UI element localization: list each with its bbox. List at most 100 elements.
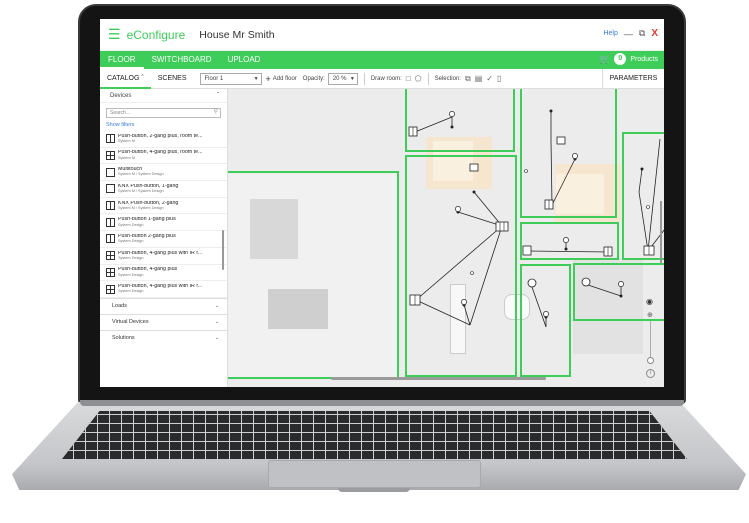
catalog-sidebar: Devices ˆ Search... ⚲ Show filters Push-… [100, 89, 228, 387]
opacity-select[interactable]: 20 % ▼ [327, 72, 358, 85]
list-item-text: Push-button, 4-gang plus, room te... Syst… [118, 150, 203, 160]
hamburger-icon[interactable]: ☰ [108, 26, 121, 43]
chevron-up-icon: ˆ [141, 74, 144, 82]
laptop-trackpad [268, 460, 481, 488]
zoom-controls: ◉ ⊕ i [646, 297, 656, 383]
push-button-icon [106, 184, 115, 194]
devices-header-label: Devices [110, 92, 132, 99]
laptop-keyboard [62, 411, 687, 459]
chevron-down-icon: ▼ [253, 75, 259, 82]
plus-icon[interactable]: + [266, 74, 271, 84]
tab-scenes[interactable]: SCENES [151, 69, 194, 89]
list-item-text: Push-button, 4-gang plus System Design [118, 267, 177, 277]
sidebar-section-label: Solutions [112, 335, 135, 342]
list-item[interactable]: KNX Push-button, 2-gang System M / System… [100, 198, 227, 215]
parameters-button[interactable]: PARAMETERS [602, 69, 664, 89]
help-link[interactable]: Help [603, 30, 617, 37]
canvas-horizontal-scrollbar[interactable] [331, 377, 546, 380]
search-placeholder: Search... [110, 110, 131, 116]
zoom-slider-knob[interactable] [647, 357, 654, 364]
list-item-text: Push-button, 4-gang plus with IR r... Sys… [118, 251, 202, 261]
list-item[interactable]: KNX Push-button, 1-gang System M / System… [100, 181, 227, 198]
list-item-text: Multitouch System M / System Design [118, 167, 164, 177]
list-item-text: Push-button 1-gang plus System Design [118, 217, 176, 227]
delete-icon[interactable]: ▯ [497, 74, 501, 83]
floor-select-value: Floor 1 [204, 75, 224, 82]
show-filters-link[interactable]: Show filters [106, 122, 227, 128]
add-floor-button[interactable]: Add floor [273, 76, 297, 82]
selection-label: Selection: [434, 75, 461, 82]
list-item-text: KNX Push-button, 2-gang System M / System… [118, 201, 178, 211]
sidebar-scrollbar[interactable] [222, 230, 224, 270]
list-item[interactable]: Push-button, 4-gang plus System Design [100, 265, 227, 282]
sidebar-section[interactable]: Loads ⌄ [100, 297, 227, 314]
copy-icon[interactable]: ⧉ [465, 74, 471, 84]
list-item[interactable]: Push-button, 4-gang plus with IR r... Sys… [100, 248, 227, 265]
push-button-icon [106, 217, 115, 227]
tab-floor[interactable]: FLOOR [100, 51, 144, 69]
chevron-down-icon: ▼ [349, 75, 355, 82]
list-item-name: Push-button 1-gang plus [118, 217, 176, 223]
chevron-up-icon: ˆ [217, 92, 219, 99]
list-item[interactable]: Push-button 2-gang plus System Design [100, 231, 227, 248]
push-button-icon [106, 151, 115, 161]
chevron-down-icon: ⌄ [214, 335, 219, 342]
list-item-name: Push-button, 4-gang plus [118, 267, 178, 273]
sidebar-sections: Loads ⌄ Virtual Devices ⌄ Solutions ⌄ [100, 297, 227, 346]
minimize-icon[interactable]: — [624, 29, 633, 39]
tab-upload[interactable]: UPLOAD [220, 51, 269, 69]
chevron-down-icon: ⌄ [214, 303, 219, 310]
list-item[interactable]: Push-button, 2-gang plus, room te... Syst… [100, 131, 227, 148]
eye-icon[interactable]: ◉ [646, 297, 653, 306]
list-item-system: System M [118, 155, 135, 160]
chevron-down-icon: ⌄ [214, 319, 219, 326]
push-button-icon [106, 201, 115, 211]
list-item-system: System M / System Design [118, 172, 164, 177]
sidebar-section[interactable]: Virtual Devices ⌄ [100, 313, 227, 330]
app-name: eConfigure [126, 27, 186, 42]
list-item-text: KNX Push-button, 1-gang System M / System… [118, 184, 178, 194]
list-item[interactable]: Push-button 1-gang plus System Design [100, 214, 227, 232]
push-button-icon [106, 267, 115, 277]
list-item-name: Push-button, 4-gang plus, room te... [118, 150, 203, 156]
paste-icon[interactable]: ▤ [475, 74, 483, 83]
restore-icon[interactable]: ⧉ [639, 28, 645, 39]
format-icon[interactable]: ✓ [486, 74, 493, 83]
products-count-badge: 0 [614, 53, 627, 65]
project-name: House Mr Smith [199, 28, 275, 41]
opacity-value: 20 % [332, 75, 347, 82]
floor-select[interactable]: Floor 1 ▼ [199, 72, 262, 85]
search-input[interactable]: Search... ⚲ [106, 108, 221, 118]
info-icon[interactable]: i [646, 369, 655, 378]
list-item-system: System Design [118, 239, 144, 244]
floor-plan-canvas[interactable]: ◉ ⊕ i [228, 89, 664, 387]
push-button-icon [106, 251, 115, 261]
tab-catalog[interactable]: CATALOG ˆ [100, 69, 151, 89]
list-item-text: Push-button 2-gang plus System Design [118, 234, 176, 244]
sidebar-section[interactable]: Solutions ⌄ [100, 329, 227, 346]
list-item-system: System M / System Design [118, 189, 164, 194]
draw-polygon-icon[interactable]: ⬠ [415, 74, 422, 83]
products-label: Products [630, 55, 658, 63]
device-wiring [408, 109, 664, 328]
app-screen: ☰ eConfigure House Mr Smith Help — ⧉ X F… [100, 19, 664, 387]
tab-switchboard[interactable]: SWITCHBOARD [144, 51, 220, 69]
zoom-in-icon[interactable]: ⊕ [647, 311, 653, 319]
list-item[interactable]: Push-button, 4-gang plus, room te... Syst… [100, 148, 227, 165]
list-item-system: System Design [118, 222, 144, 227]
products-button[interactable]: 🛒 0 Products [599, 53, 658, 65]
sidebar-section-label: Virtual Devices [112, 319, 149, 326]
close-icon[interactable]: X [651, 28, 658, 39]
list-item-system: System Design [118, 255, 144, 260]
draw-rectangle-icon[interactable]: □ [406, 74, 411, 83]
push-button-icon [106, 134, 115, 144]
push-button-icon [106, 167, 115, 177]
list-item-system: System Design [118, 289, 144, 294]
list-item-system: System M / System Design [118, 205, 164, 210]
device-list: Push-button, 2-gang plus, room te... Syst… [100, 131, 227, 298]
canvas-vertical-scrollbar[interactable] [660, 201, 662, 263]
devices-header[interactable]: Devices ˆ [100, 89, 227, 103]
window-controls: Help — ⧉ X [603, 28, 658, 39]
list-item[interactable]: Multitouch System M / System Design [100, 164, 227, 182]
list-item[interactable]: Push-button, 4-gang plus with IR r... Sys… [100, 281, 227, 298]
